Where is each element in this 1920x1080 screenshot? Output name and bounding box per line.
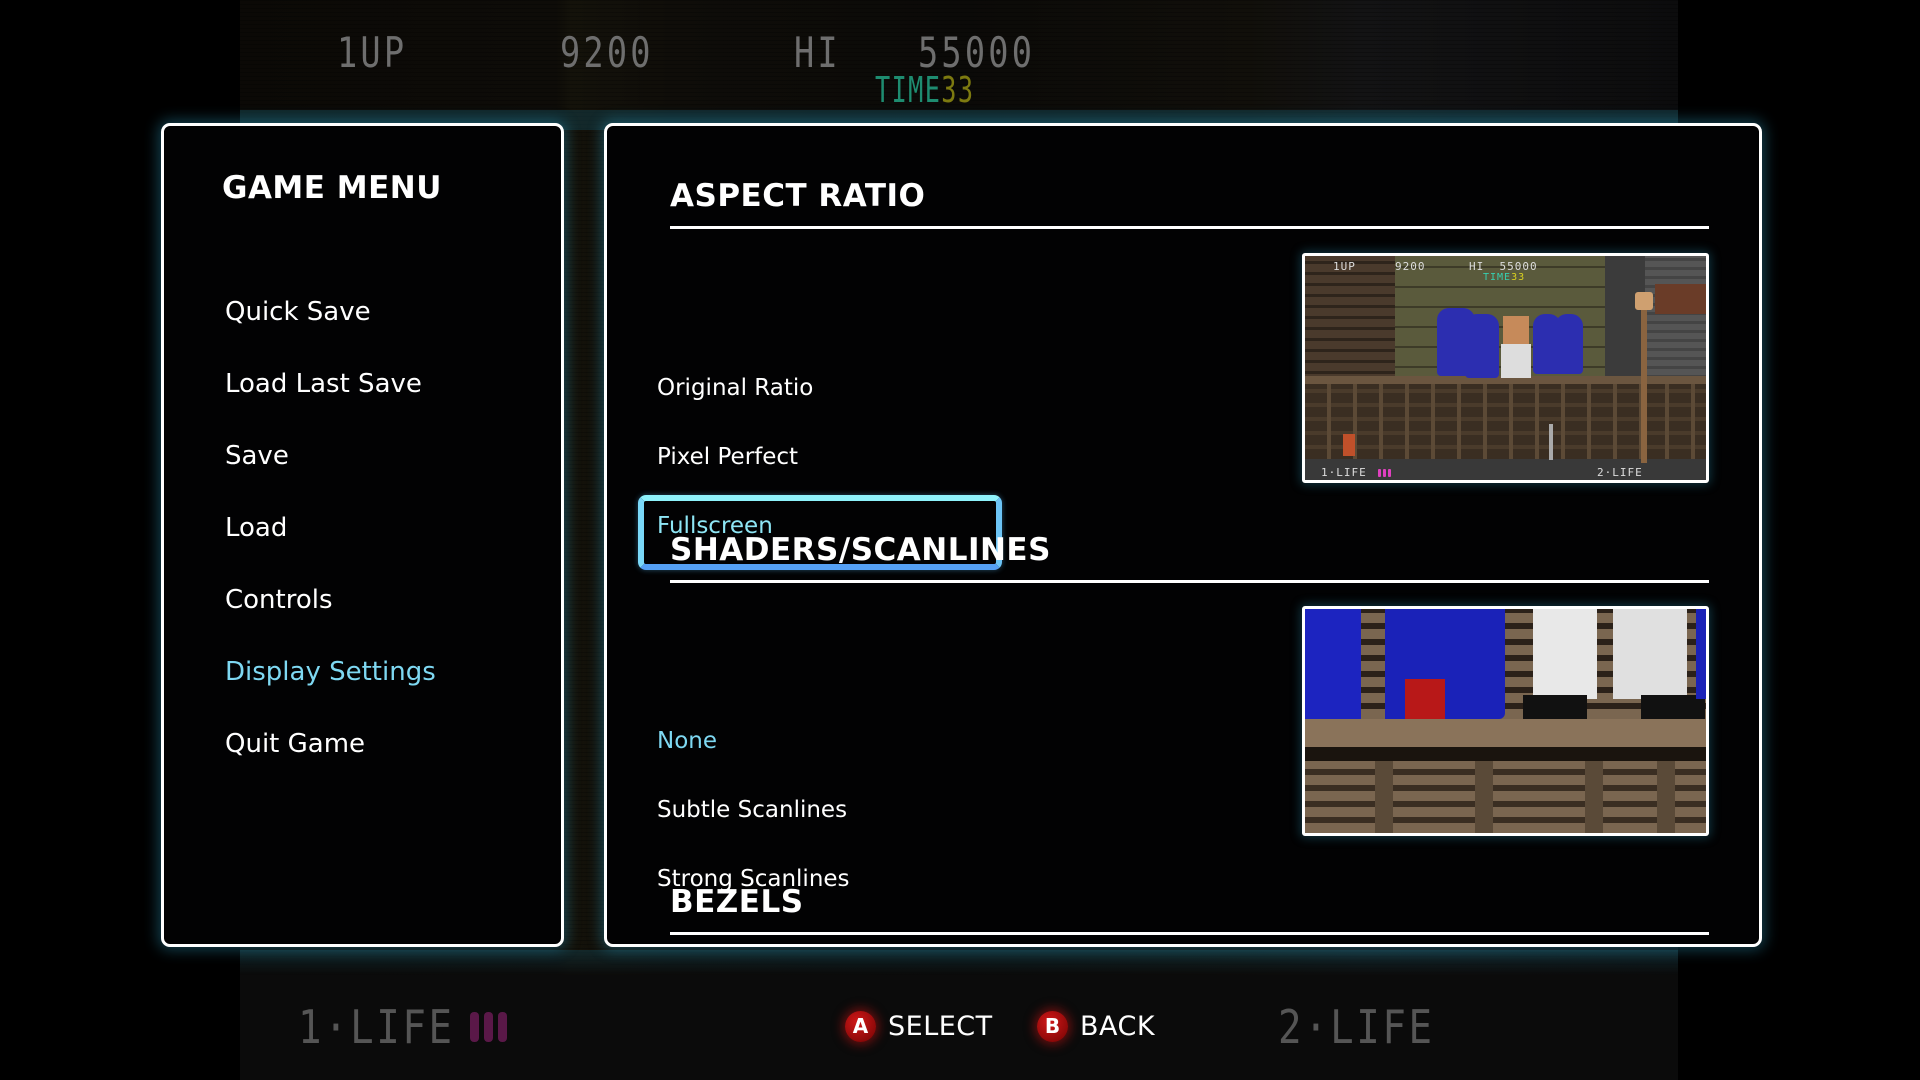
shader-preview [1302, 606, 1709, 836]
option-subtle-scanlines[interactable]: Subtle Scanlines [651, 795, 1003, 864]
option-label: Pixel Perfect [657, 444, 799, 470]
life-pip [1383, 469, 1386, 477]
enemy-sprite [1465, 314, 1499, 378]
hud-player-label: 1UP [337, 28, 408, 77]
hud-p1-life-label: 1·LIFE [298, 1000, 455, 1054]
preview-hud-p2-life: 2·LIFE [1597, 466, 1643, 479]
b-button-icon: B [1037, 1010, 1068, 1042]
preview-zoomed-scene [1305, 609, 1706, 833]
player-sprite [1503, 316, 1529, 344]
preview-game-scene: 1UP 9200 HI 55000 TIME33 1·LIFE 2·LIFE [1305, 256, 1706, 480]
hud-hi-label: HI [794, 28, 841, 77]
menu-item-controls[interactable]: Controls [225, 580, 436, 652]
display-settings-panel: ASPECT RATIO Original Ratio Pixel Perfec… [604, 123, 1762, 947]
aspect-ratio-preview: 1UP 9200 HI 55000 TIME33 1·LIFE 2·LIFE [1302, 253, 1709, 483]
game-menu-title: GAME MENU [222, 170, 442, 206]
hud-score: 9200 [560, 28, 654, 77]
option-none[interactable]: None [651, 726, 1003, 795]
back-hint-label: BACK [1080, 1010, 1156, 1042]
option-label: Original Ratio [657, 375, 814, 401]
hud-p1-life-pips [470, 1012, 507, 1042]
background-band-bottom [240, 950, 1678, 975]
aspect-ratio-section: ASPECT RATIO [670, 174, 1709, 229]
menu-item-quick-save[interactable]: Quick Save [225, 292, 436, 364]
hud-p2-life-label: 2·LIFE [1278, 1000, 1435, 1054]
shaders-heading: SHADERS/SCANLINES [670, 532, 1051, 568]
select-hint-label: SELECT [888, 1010, 993, 1042]
menu-item-load[interactable]: Load [225, 508, 436, 580]
menu-item-save[interactable]: Save [225, 436, 436, 508]
shaders-section: SHADERS/SCANLINES [670, 528, 1709, 583]
hud-time-label: TIME [875, 70, 942, 111]
preview-time-label: TIME [1483, 272, 1512, 283]
aspect-ratio-heading: ASPECT RATIO [670, 178, 926, 214]
a-button-icon: A [845, 1010, 876, 1042]
preview-hud-p1-life: 1·LIFE [1321, 466, 1367, 479]
hud-time-value: 33 [941, 70, 975, 111]
life-pip [470, 1012, 479, 1042]
section-divider [670, 932, 1709, 935]
life-pip [1378, 469, 1381, 477]
life-pip [1388, 469, 1391, 477]
game-menu-panel: GAME MENU Quick Save Load Last Save Save… [161, 123, 564, 947]
menu-item-quit-game[interactable]: Quit Game [225, 724, 436, 796]
enemy-sprite [1555, 314, 1583, 374]
hud-timer: TIME33 [875, 70, 974, 111]
menu-item-load-last-save[interactable]: Load Last Save [225, 364, 436, 436]
preview-hud-player: 1UP [1333, 260, 1356, 273]
section-divider [670, 580, 1709, 583]
option-original-ratio[interactable]: Original Ratio [651, 373, 1003, 442]
game-menu-list: Quick Save Load Last Save Save Load Cont… [225, 292, 436, 796]
select-hint[interactable]: A SELECT [845, 1006, 993, 1046]
preview-hud-score: 9200 [1395, 260, 1426, 273]
bezels-heading: BEZELS [670, 884, 804, 920]
preview-time-value: 33 [1511, 272, 1526, 283]
option-label: None [657, 728, 718, 754]
life-pip [484, 1012, 493, 1042]
preview-hud-time: TIME33 [1483, 272, 1525, 283]
bezels-section: BEZELS [670, 880, 1709, 935]
menu-item-display-settings[interactable]: Display Settings [225, 652, 436, 724]
preview-hud-hi-label: HI [1469, 260, 1485, 273]
preview-life-pips [1378, 469, 1391, 477]
life-pip [498, 1012, 507, 1042]
section-divider [670, 226, 1709, 229]
back-hint[interactable]: B BACK [1037, 1006, 1155, 1046]
option-label: Subtle Scanlines [657, 797, 848, 823]
